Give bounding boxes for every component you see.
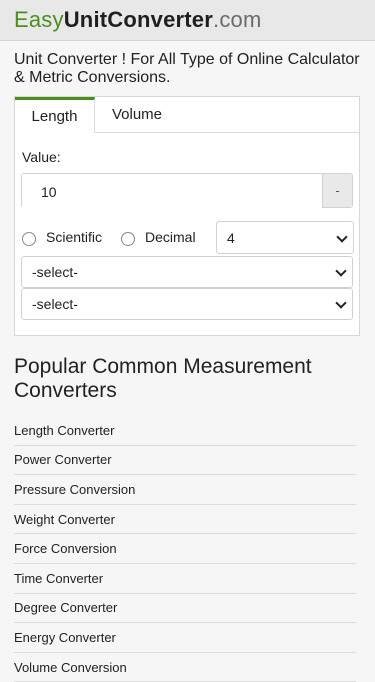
to-unit-select[interactable]: -select- bbox=[21, 288, 353, 320]
to-unit-value: -select- bbox=[32, 296, 78, 312]
value-input-group: - bbox=[21, 173, 353, 209]
converter-link-degree[interactable]: Degree Converter bbox=[14, 594, 356, 624]
from-unit-select[interactable]: -select- bbox=[21, 256, 353, 288]
logo-part-easy: Easy bbox=[14, 7, 64, 32]
value-label: Value: bbox=[22, 149, 61, 165]
tab-volume[interactable]: Volume bbox=[95, 97, 179, 132]
popular-converters-list: Length Converter Power Converter Pressur… bbox=[14, 416, 356, 682]
page-tagline: Unit Converter ! For All Type of Online … bbox=[14, 51, 360, 86]
top-bar: EasyUnitConverter.com bbox=[0, 0, 375, 41]
format-options: Scientific Decimal 4 bbox=[22, 221, 354, 254]
converter-link-length[interactable]: Length Converter bbox=[14, 416, 356, 446]
unit-tabs: Length Volume bbox=[15, 97, 359, 133]
chevron-down-icon bbox=[335, 265, 347, 277]
converter-link-pressure[interactable]: Pressure Conversion bbox=[14, 475, 356, 505]
converter-link-time[interactable]: Time Converter bbox=[14, 564, 356, 594]
scientific-radio[interactable] bbox=[22, 232, 36, 246]
precision-value: 4 bbox=[227, 229, 235, 246]
converter-link-force[interactable]: Force Conversion bbox=[14, 534, 356, 564]
chevron-down-icon bbox=[336, 230, 348, 243]
tab-length[interactable]: Length bbox=[15, 97, 95, 133]
converter-link-volume[interactable]: Volume Conversion bbox=[14, 653, 356, 682]
site-logo[interactable]: EasyUnitConverter.com bbox=[14, 7, 262, 33]
decimal-radio[interactable] bbox=[121, 232, 135, 246]
chevron-down-icon bbox=[335, 297, 347, 309]
from-unit-value: -select- bbox=[32, 264, 78, 280]
logo-part-com: .com bbox=[213, 7, 262, 32]
decimal-label: Decimal bbox=[145, 229, 196, 245]
logo-part-unitconverter: UnitConverter bbox=[63, 7, 214, 32]
precision-select[interactable]: 4 bbox=[216, 221, 354, 254]
value-input[interactable] bbox=[22, 174, 322, 209]
value-suffix: - bbox=[322, 174, 352, 207]
converter-link-energy[interactable]: Energy Converter bbox=[14, 623, 356, 653]
converter-link-weight[interactable]: Weight Converter bbox=[14, 505, 356, 535]
converter-card: Length Volume Value: - Scientific Decima… bbox=[14, 96, 360, 336]
popular-converters-heading: Popular Common Measurement Converters bbox=[14, 355, 312, 402]
scientific-label: Scientific bbox=[46, 229, 103, 245]
converter-link-power[interactable]: Power Converter bbox=[14, 446, 356, 476]
